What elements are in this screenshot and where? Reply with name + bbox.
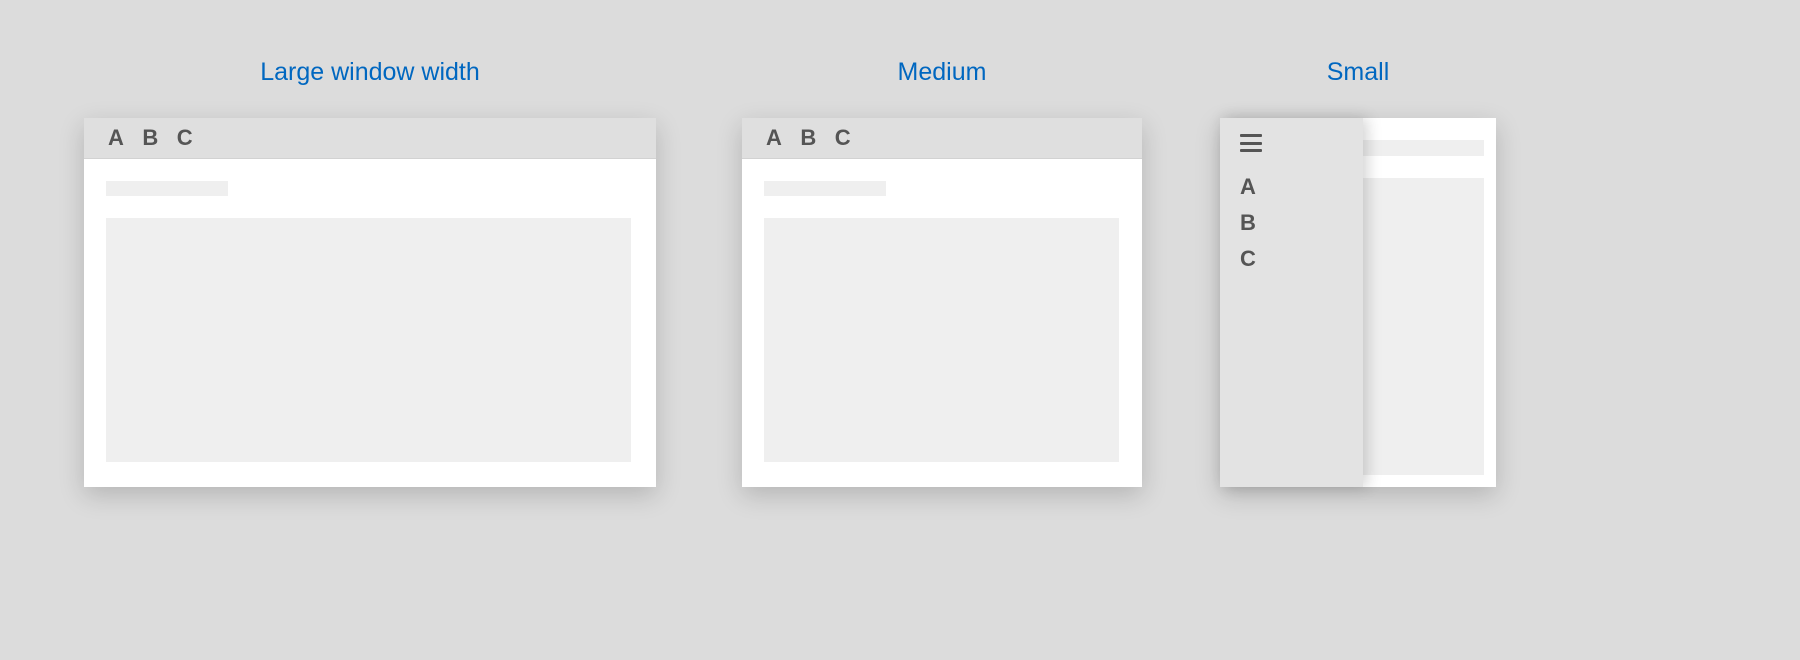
tab-b[interactable]: B	[800, 125, 816, 151]
placeholder-heading	[764, 181, 886, 196]
nav-drawer: A B C	[1220, 118, 1363, 487]
window-medium: A B C	[742, 118, 1142, 487]
placeholder-body	[764, 218, 1119, 462]
tab-strip: A B C	[84, 118, 656, 159]
placeholder-heading	[106, 181, 228, 196]
content-area	[84, 159, 656, 462]
caption-medium: Medium	[742, 58, 1142, 87]
drawer-item-c[interactable]: C	[1240, 246, 1363, 272]
diagram-stage: Large window width Medium Small A B C A …	[0, 0, 1800, 660]
content-area	[742, 159, 1142, 462]
caption-small: Small	[1220, 58, 1496, 87]
tab-strip: A B C	[742, 118, 1142, 159]
tab-a[interactable]: A	[108, 125, 124, 151]
caption-large: Large window width	[84, 58, 656, 87]
tab-a[interactable]: A	[766, 125, 782, 151]
tab-c[interactable]: C	[835, 125, 851, 151]
window-large: A B C	[84, 118, 656, 487]
tab-b[interactable]: B	[142, 125, 158, 151]
window-small: A B C	[1220, 118, 1496, 487]
placeholder-body	[106, 218, 631, 462]
drawer-item-a[interactable]: A	[1240, 174, 1363, 200]
hamburger-icon[interactable]	[1240, 134, 1262, 152]
drawer-item-b[interactable]: B	[1240, 210, 1363, 236]
tab-c[interactable]: C	[177, 125, 193, 151]
